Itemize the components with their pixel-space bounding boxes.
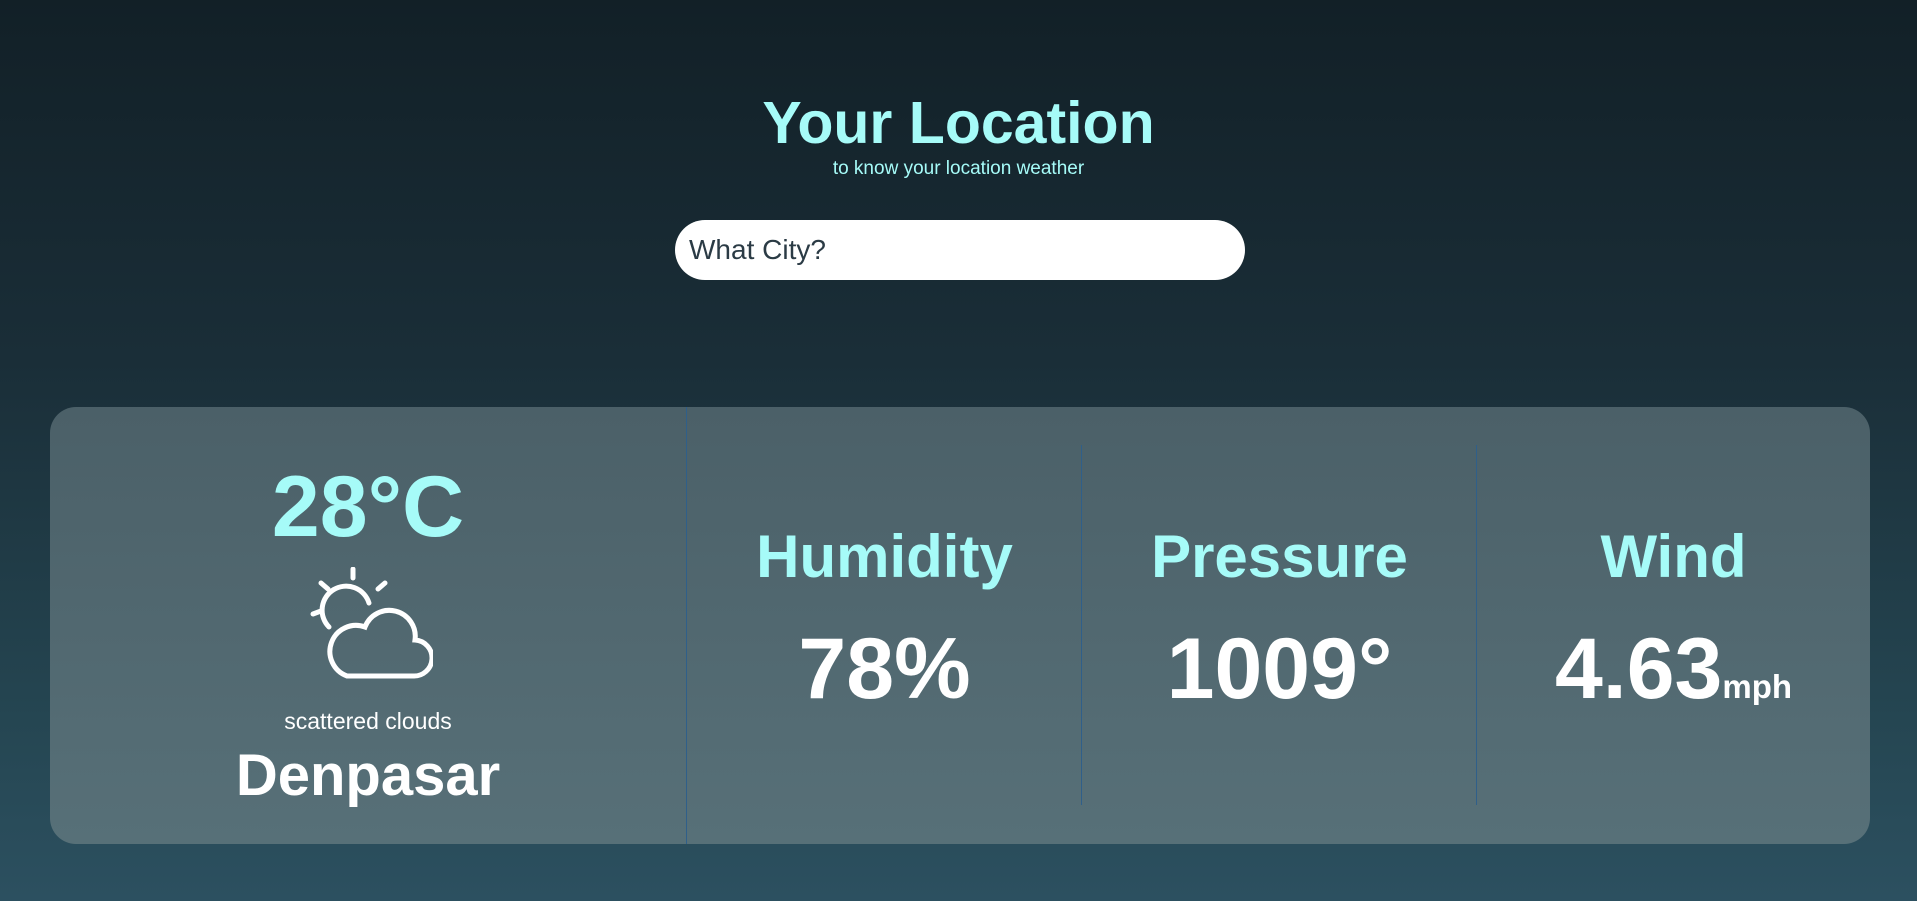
wind-label: Wind (1600, 523, 1747, 590)
wind-value: 4.63 (1554, 621, 1723, 717)
city-name: Denpasar (235, 743, 501, 808)
humidity-stat: Humidity 78% (687, 407, 1082, 844)
wind-unit: mph (1722, 668, 1793, 705)
header: Your Location to know your location weat… (0, 88, 1917, 180)
city-search-input[interactable] (675, 220, 1245, 280)
temperature: 28°C (271, 459, 465, 555)
current-weather-panel: 28°C scattered clouds Denpasar (50, 407, 687, 844)
weather-description: scattered clouds (284, 708, 452, 734)
pressure-stat: Pressure 1009° (1082, 407, 1477, 844)
pressure-value: 1009° (1166, 621, 1393, 717)
page-title: Your Location (762, 90, 1155, 156)
search-container (675, 220, 1245, 280)
partly-cloudy-icon (310, 567, 433, 679)
weather-card: 28°C scattered clouds Denpasar Humidity … (50, 407, 1870, 844)
pressure-label: Pressure (1151, 523, 1408, 590)
wind-value-row: 4.63mph (1477, 619, 1870, 719)
humidity-label: Humidity (756, 523, 1013, 590)
humidity-value: 78% (798, 621, 971, 717)
page-subtitle: to know your location weather (832, 158, 1085, 179)
wind-stat: Wind 4.63mph (1477, 407, 1870, 844)
